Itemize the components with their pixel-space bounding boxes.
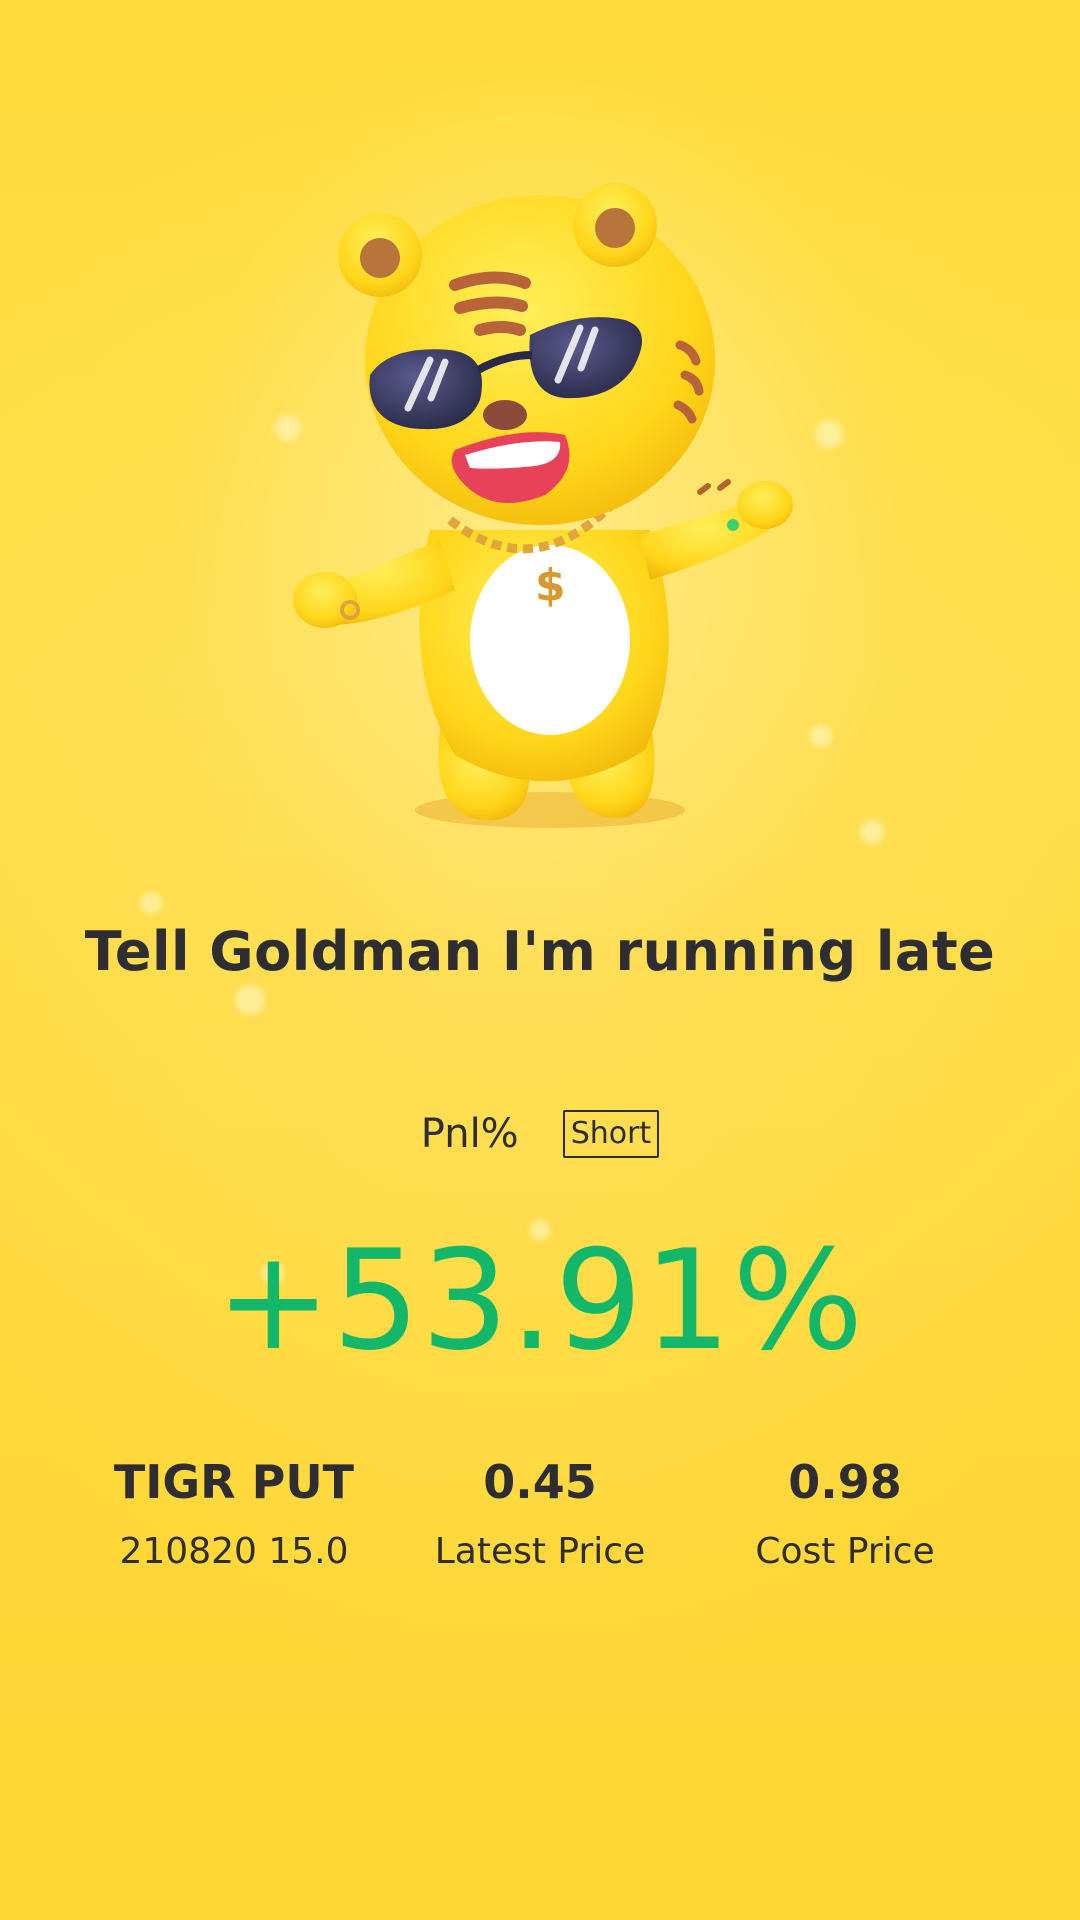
latest-price-stat: 0.45 Latest Price <box>390 1452 690 1574</box>
tiger-mascot-icon: $ <box>293 183 793 828</box>
instrument-contract: 210820 15.0 <box>119 1531 349 1572</box>
headline: Tell Goldman I'm running late <box>84 920 996 983</box>
sparkle <box>810 725 832 747</box>
instrument-stat: TIGR PUT 210820 15.0 <box>84 1452 384 1574</box>
pnl-value: +53.91% <box>215 1220 865 1381</box>
instrument-symbol: TIGR PUT <box>113 1455 355 1509</box>
sparkle <box>235 985 265 1015</box>
svg-text:$: $ <box>535 560 566 611</box>
cost-price-label: Cost Price <box>755 1531 935 1572</box>
latest-price-label: Latest Price <box>434 1531 646 1572</box>
share-card: $ Tell Goldman I'm running late Pnl% Sho… <box>0 0 1080 1920</box>
sparkle <box>815 420 843 448</box>
position-side-badge: Short <box>562 1110 660 1158</box>
cost-price-stat: 0.98 Cost Price <box>695 1452 995 1574</box>
pnl-label: Pnl% <box>420 1111 519 1157</box>
sparkle <box>140 892 162 914</box>
pnl-header: Pnl% Short <box>0 1110 1080 1158</box>
cost-price-value: 0.98 <box>788 1455 902 1509</box>
sparkle <box>860 820 884 844</box>
latest-price-value: 0.45 <box>483 1455 597 1509</box>
